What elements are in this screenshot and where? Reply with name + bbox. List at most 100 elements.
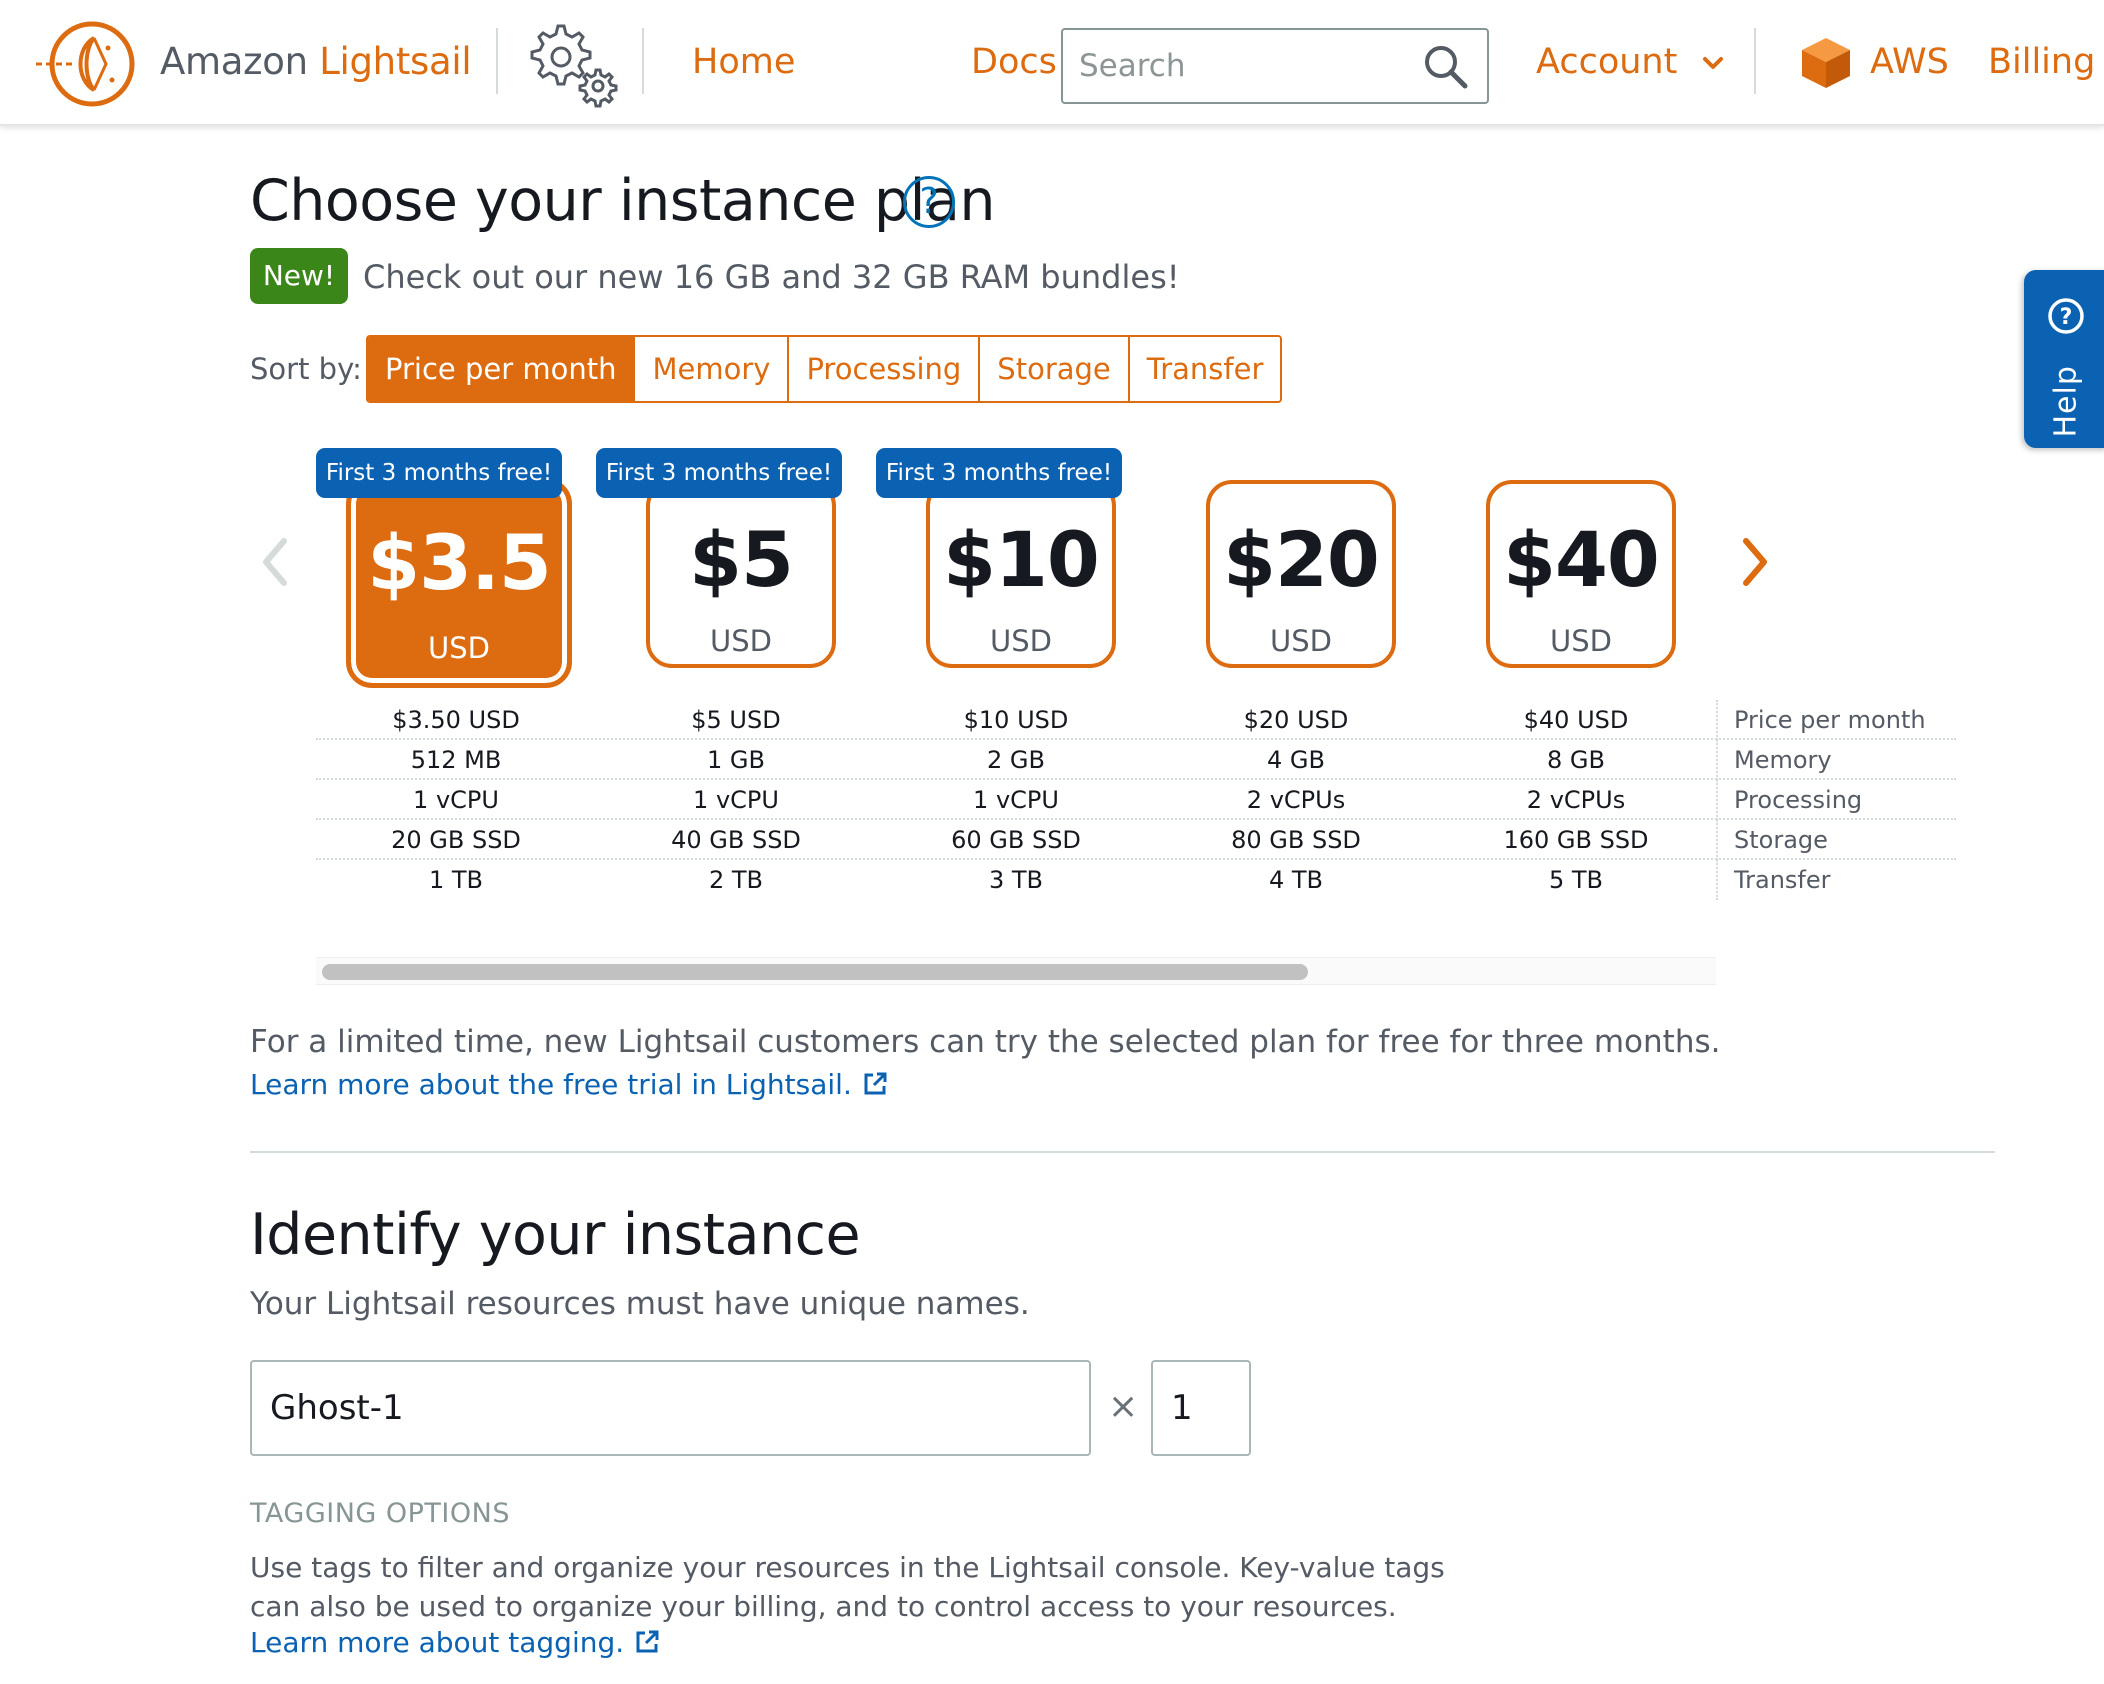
spec-cell: $40 USD (1523, 706, 1629, 734)
sort-processing-button[interactable]: Processing (787, 337, 979, 401)
plan-price: $40 (1503, 515, 1660, 604)
multiply-symbol: × (1108, 1386, 1139, 1427)
help-question-icon[interactable]: ? (903, 176, 955, 228)
account-label: Account (1536, 42, 1678, 82)
nav-billing-link[interactable]: Billing (1988, 42, 2095, 82)
identify-subtitle: Your Lightsail resources must have uniqu… (250, 1286, 1030, 1322)
tagging-description: Use tags to filter and organize your res… (250, 1551, 1445, 1623)
external-link-icon (864, 1072, 887, 1095)
spec-row-memory: 512 MB 1 GB 2 GB 4 GB 8 GB Memory (316, 740, 1956, 780)
spec-cell: 2 vCPUs (1526, 786, 1626, 814)
spec-label-memory: Memory (1716, 740, 1832, 780)
external-link-icon (636, 1630, 659, 1653)
plan-price: $10 (943, 515, 1100, 604)
nav-aws-link[interactable]: AWS (1870, 42, 1949, 82)
plan-currency: USD (428, 631, 490, 665)
lightsail-logo-icon[interactable] (32, 18, 140, 110)
spec-cell: 2 TB (708, 866, 764, 894)
brand-prefix: Amazon (160, 40, 320, 83)
spec-row-price: $3.50 USD $5 USD $10 USD $20 USD $40 USD… (316, 700, 1956, 740)
spec-cell: 160 GB SSD (1503, 826, 1649, 854)
spec-cell: 60 GB SSD (951, 826, 1081, 854)
plan-price-tile[interactable]: $40 USD (1486, 480, 1676, 668)
nav-home-link[interactable]: Home (692, 42, 795, 82)
spec-cell: 40 GB SSD (671, 826, 801, 854)
free-trial-link[interactable]: Learn more about the free trial in Light… (250, 1068, 888, 1101)
spec-cell: 4 TB (1268, 866, 1324, 894)
free-trial-ribbon: First 3 months free! (316, 448, 562, 498)
section-title-plan: Choose your instance plan (250, 168, 996, 234)
plan-card-20[interactable]: $20 USD (1156, 448, 1436, 678)
sort-transfer-button[interactable]: Transfer (1127, 337, 1281, 401)
spec-label-price: Price per month (1716, 700, 1926, 740)
settings-gear-icon[interactable] (520, 14, 620, 110)
plan-spec-table: $3.50 USD $5 USD $10 USD $20 USD $40 USD… (316, 700, 1956, 900)
carousel-next-arrow-icon[interactable] (1738, 535, 1772, 589)
scrollbar-thumb[interactable] (322, 964, 1308, 980)
help-side-tab[interactable]: ? Help (2024, 270, 2104, 448)
plan-card-40[interactable]: $40 USD (1436, 448, 1716, 678)
spec-row-transfer: 1 TB 2 TB 3 TB 4 TB 5 TB Transfer (316, 860, 1956, 900)
aws-cube-icon[interactable] (1800, 36, 1852, 90)
sort-by-label: Sort by: (250, 352, 362, 386)
spec-label-transfer: Transfer (1716, 860, 1831, 900)
sort-memory-button[interactable]: Memory (633, 337, 788, 401)
plan-price: $5 (689, 515, 794, 604)
tagging-learn-more-link[interactable]: Learn more about tagging. (250, 1626, 660, 1659)
spec-cell: 1 GB (707, 746, 765, 774)
chevron-down-icon (1703, 57, 1724, 69)
sort-price-button[interactable]: Price per month (368, 337, 634, 401)
spec-cell: 20 GB SSD (391, 826, 521, 854)
spec-cell: 512 MB (410, 746, 502, 774)
plan-price-tile[interactable]: $3.5 USD (346, 478, 572, 688)
free-trial-text: For a limited time, new Lightsail custom… (250, 1024, 1721, 1060)
instance-quantity-input[interactable] (1151, 1360, 1251, 1456)
plan-price-tile[interactable]: $5 USD (646, 480, 836, 668)
plan-card-10[interactable]: $10 USD First 3 months free! (876, 448, 1156, 678)
spec-cell: 1 TB (428, 866, 484, 894)
help-symbol: ? (2060, 305, 2073, 330)
spec-cell: 8 GB (1547, 746, 1605, 774)
help-circle-icon: ? (2048, 298, 2084, 334)
divider (496, 28, 498, 94)
brand-name[interactable]: Amazon Lightsail (160, 40, 472, 83)
search-icon[interactable] (1421, 42, 1469, 90)
plan-currency: USD (1270, 624, 1332, 658)
free-trial-link-label: Learn more about the free trial in Light… (250, 1068, 852, 1101)
tagging-options-heading: TAGGING OPTIONS (250, 1498, 510, 1529)
plan-card-5[interactable]: $5 USD First 3 months free! (596, 448, 876, 678)
plan-price: $20 (1223, 515, 1380, 604)
spec-label-storage: Storage (1716, 820, 1828, 860)
instance-name-input[interactable] (250, 1360, 1091, 1456)
spec-cell: 1 vCPU (693, 786, 779, 814)
plan-price-tile[interactable]: $10 USD (926, 480, 1116, 668)
brand-accent: Lightsail (319, 40, 472, 83)
free-trial-ribbon: First 3 months free! (596, 448, 842, 498)
plan-currency: USD (1550, 624, 1612, 658)
plan-currency: USD (990, 624, 1052, 658)
carousel-prev-arrow-icon[interactable] (258, 535, 292, 589)
divider (642, 28, 644, 94)
horizontal-scrollbar[interactable] (316, 957, 1716, 985)
plan-price-tile[interactable]: $20 USD (1206, 480, 1396, 668)
spec-cell: 3 TB (988, 866, 1044, 894)
spec-cell: $20 USD (1243, 706, 1349, 734)
spec-cell: 2 vCPUs (1246, 786, 1346, 814)
plan-card-3-5[interactable]: $3.5 USD First 3 months free! (316, 448, 596, 688)
spec-label-processing: Processing (1716, 780, 1862, 820)
spec-cell: $3.50 USD (392, 706, 520, 734)
nav-docs-link[interactable]: Docs (971, 42, 1057, 82)
account-menu[interactable]: Account (1536, 42, 1724, 82)
plan-price: $3.5 (367, 518, 552, 607)
spec-row-processing: 1 vCPU 1 vCPU 1 vCPU 2 vCPUs 2 vCPUs Pro… (316, 780, 1956, 820)
new-bundles-text: Check out our new 16 GB and 32 GB RAM bu… (363, 258, 1180, 296)
spec-cell: 1 vCPU (413, 786, 499, 814)
sort-storage-button[interactable]: Storage (978, 337, 1128, 401)
divider (1754, 28, 1756, 94)
section-title-identify: Identify your instance (250, 1202, 861, 1268)
spec-cell: $5 USD (691, 706, 781, 734)
spec-cell: 5 TB (1548, 866, 1604, 894)
new-badge: New! (250, 248, 348, 304)
spec-cell: 4 GB (1267, 746, 1325, 774)
search-input[interactable] (1079, 42, 1409, 90)
